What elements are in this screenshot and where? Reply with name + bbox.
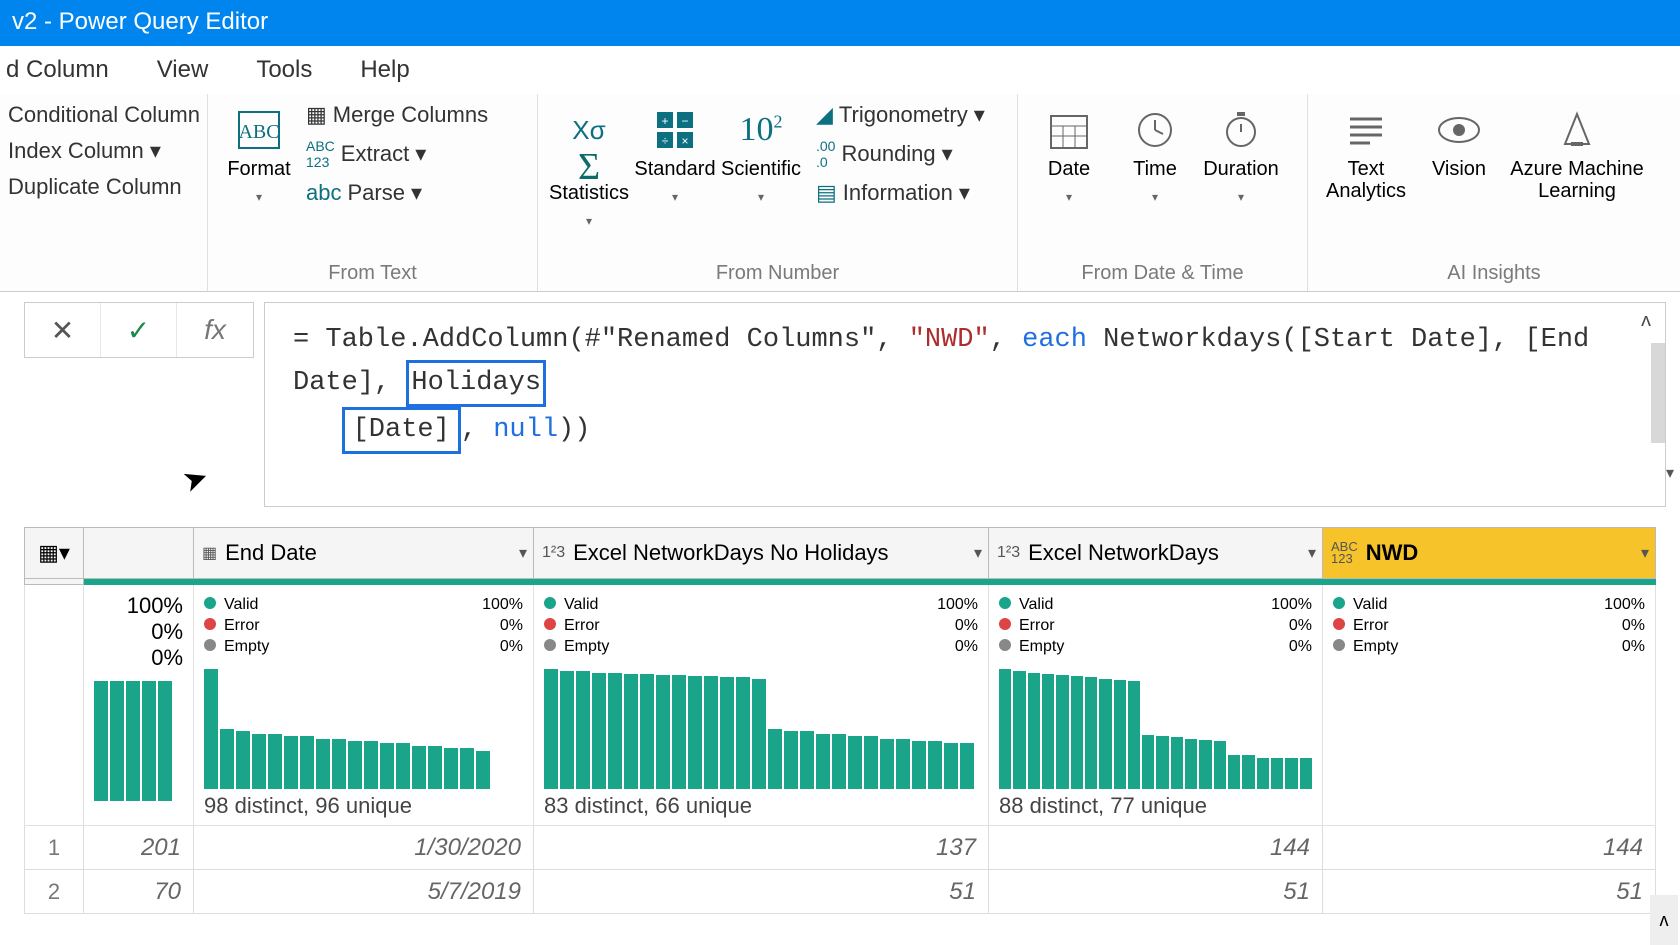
svg-text:+: + <box>661 114 668 128</box>
index-column-button[interactable]: Index Column ▾ <box>8 138 200 164</box>
merge-columns-button[interactable]: ▦Merge Columns <box>306 102 488 128</box>
noholidays-header[interactable]: 1²3 Excel NetworkDays No Holidays ▾ <box>534 527 989 579</box>
formula-scrollbar[interactable] <box>1651 343 1665 443</box>
parse-icon: abc <box>306 180 341 206</box>
svg-text:×: × <box>681 134 688 148</box>
tab-tools[interactable]: Tools <box>256 56 312 84</box>
end-date-header[interactable]: ▦ End Date ▾ <box>194 527 534 579</box>
standard-icon: +−÷ × <box>651 106 699 154</box>
date-icon <box>1045 106 1093 154</box>
tab-add-column[interactable]: d Column <box>6 56 109 84</box>
tab-help[interactable]: Help <box>360 56 409 84</box>
table-row[interactable]: 12011/30/2020137144144 <box>24 826 1666 870</box>
svg-text:÷: ÷ <box>662 134 669 148</box>
date-type-icon: ▦ <box>202 543 217 563</box>
window-title: v2 - Power Query Editor <box>12 8 268 35</box>
networkdays-distinct: 88 distinct, 77 unique <box>999 793 1312 819</box>
format-button[interactable]: ABC Format <box>216 102 302 210</box>
filter-icon[interactable]: ▾ <box>1641 543 1649 563</box>
duplicate-column-button[interactable]: Duplicate Column <box>8 174 200 200</box>
scientific-icon: 102 <box>737 106 785 154</box>
expand-formula-button[interactable]: ʌ <box>1631 307 1661 337</box>
stub-valid-pct: 100% <box>127 593 183 619</box>
group-ai-insights: AI Insights <box>1308 262 1680 285</box>
format-icon: ABC <box>235 106 283 154</box>
standard-button[interactable]: +−÷× Standard <box>632 102 718 210</box>
text-analytics-button[interactable]: Text Analytics <box>1316 102 1416 206</box>
merge-icon: ▦ <box>306 102 327 128</box>
extract-icon: ABC123 <box>306 138 335 170</box>
end-date-sparkline <box>204 659 523 789</box>
rounding-icon: .00.0 <box>816 138 835 170</box>
info-icon: ▤ <box>816 180 837 206</box>
date-button[interactable]: Date <box>1026 102 1112 210</box>
text-analytics-icon <box>1342 106 1390 154</box>
number-type-icon: 1²3 <box>997 544 1020 562</box>
fx-button[interactable]: fx <box>177 303 253 357</box>
ribbon: Conditional Column Index Column ▾ Duplic… <box>0 94 1680 292</box>
highlight-date: [Date] <box>342 407 461 454</box>
title-bar: v2 - Power Query Editor <box>0 0 1680 46</box>
filter-icon[interactable]: ▾ <box>1308 543 1316 563</box>
time-icon <box>1131 106 1179 154</box>
parse-button[interactable]: abcParse ▾ <box>306 180 488 206</box>
group-from-text: From Text <box>208 262 537 285</box>
number-type-icon: 1²3 <box>542 544 565 562</box>
nwd-sparkline <box>1333 659 1645 789</box>
networkdays-header[interactable]: 1²3 Excel NetworkDays ▾ <box>989 527 1323 579</box>
highlight-holidays: Holidays <box>406 360 546 407</box>
noholidays-distinct: 83 distinct, 66 unique <box>544 793 978 819</box>
data-preview: ▦▾ ▾ ▦ End Date ▾ 1²3 Excel NetworkDays … <box>0 527 1680 914</box>
table-row[interactable]: 2705/7/2019515151 <box>24 870 1666 914</box>
group-from-number: From Number <box>538 262 1017 285</box>
start-stub-sparkline <box>94 671 183 801</box>
menu-bar: d Column View Tools Help <box>0 46 1680 94</box>
svg-text:−: − <box>681 114 688 128</box>
information-button[interactable]: ▤Information ▾ <box>816 180 985 206</box>
stub-error-pct: 0% <box>151 619 183 645</box>
tab-view[interactable]: View <box>157 56 209 84</box>
duration-button[interactable]: Duration <box>1198 102 1284 210</box>
end-date-distinct: 98 distinct, 96 unique <box>204 793 523 819</box>
networkdays-sparkline <box>999 659 1312 789</box>
noholidays-sparkline <box>544 659 978 789</box>
scientific-button[interactable]: 102 Scientific <box>718 102 804 210</box>
svg-text:ABC: ABC <box>238 121 279 143</box>
nwd-header[interactable]: ABC123 NWD ▾ <box>1323 527 1656 579</box>
data-rows: 12011/30/20201371441442705/7/2019515151 <box>24 826 1666 914</box>
select-all-cell[interactable]: ▦▾ <box>24 527 84 579</box>
vision-icon <box>1435 106 1483 154</box>
time-button[interactable]: Time <box>1112 102 1198 210</box>
trigonometry-button[interactable]: ◢Trigonometry ▾ <box>816 102 985 128</box>
formula-bar: ✕ ✓ fx = Table.AddColumn(#"Renamed Colum… <box>0 292 1680 527</box>
azure-ml-button[interactable]: Azure Machine Learning <box>1502 102 1652 206</box>
stub-empty-pct: 0% <box>151 645 183 671</box>
extract-button[interactable]: ABC123Extract ▾ <box>306 138 488 170</box>
formula-editor[interactable]: = Table.AddColumn(#"Renamed Columns", "N… <box>264 302 1666 507</box>
trig-icon: ◢ <box>816 102 833 128</box>
filter-icon[interactable]: ▾ <box>1666 463 1674 483</box>
any-type-icon: ABC123 <box>1331 541 1358 564</box>
group-from-datetime: From Date & Time <box>1018 262 1307 285</box>
conditional-column-button[interactable]: Conditional Column <box>8 102 200 128</box>
vision-button[interactable]: Vision <box>1416 102 1502 184</box>
cancel-formula-button[interactable]: ✕ <box>25 303 101 357</box>
aml-icon <box>1553 106 1601 154</box>
filter-icon[interactable]: ▾ <box>974 543 982 563</box>
statistics-button[interactable]: Χσ Σ Statistics <box>546 102 632 234</box>
duration-icon <box>1217 106 1265 154</box>
start-date-header-stub[interactable]: ▾ <box>84 527 194 579</box>
vertical-scrollbar[interactable]: ʌ <box>1650 895 1678 945</box>
commit-formula-button[interactable]: ✓ <box>101 303 177 357</box>
filter-icon[interactable]: ▾ <box>519 543 527 563</box>
rounding-button[interactable]: .00.0Rounding ▾ <box>816 138 985 170</box>
